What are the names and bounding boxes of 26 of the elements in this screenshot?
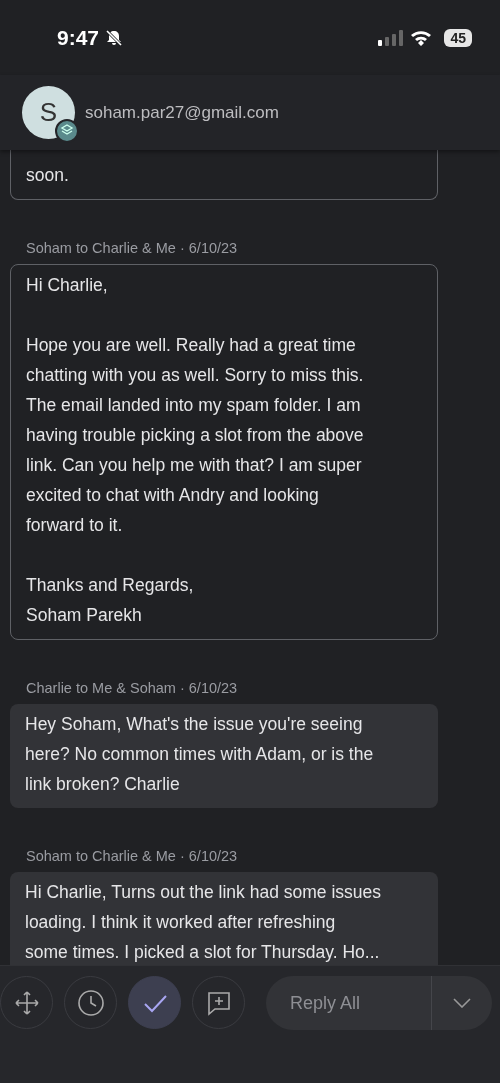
done-button[interactable] (128, 976, 181, 1029)
message-text: Hi Charlie, Turns out the link had some issues loading. I think it worked after refreshing some times. I picked a slot for Thursday. Ho... (25, 881, 382, 964)
message-card[interactable]: Hey Soham, What's the issue you're seeing here? No common times with Adam, or is the link broken? Charlie (10, 704, 438, 808)
move-arrows-icon (12, 988, 41, 1017)
layers-icon (55, 119, 79, 143)
message-card[interactable]: soon. (10, 150, 438, 200)
clock-icon (76, 988, 105, 1017)
message-text: Thanks and Regards, Soham Parekh (26, 574, 195, 627)
message-meta: Soham to Charlie & Me · 6/10/23 (26, 240, 239, 256)
account-email: soham.par27@gmail.com (85, 102, 279, 123)
message-text: Hi Charlie, (26, 274, 109, 297)
message-card[interactable] (10, 264, 438, 640)
message-text: Hey Soham, What's the issue you're seeing here? No common times with Adam, or is the link broken? Charlie (25, 713, 375, 796)
wifi-icon (410, 29, 433, 46)
reply-all-label[interactable]: Reply All (266, 992, 431, 1014)
chevron-down-icon (453, 998, 471, 1008)
battery-level: 45 (444, 28, 472, 47)
reply-bar[interactable]: Reply All (266, 976, 492, 1030)
signal-icon (378, 29, 405, 46)
message-text: soon. (26, 164, 70, 187)
message-card[interactable]: Hi Charlie, Turns out the link had some issues loading. I think it worked after refreshing some times. I picked a slot for Thursday. Ho... (10, 872, 438, 965)
message-text: Hope you are well. Really had a great time chatting with you as well. Sorry to miss this. The email landed into my spam folder. I am having trouble picking a slot from the above link. Can you help me with that? I am super excited to chat with Andry and looking forward to it. (26, 334, 365, 537)
clock-time: 9:47 (57, 25, 100, 50)
message-meta: Soham to Charlie & Me · 6/10/23 (26, 848, 239, 864)
message-meta: Charlie to Me & Soham · 6/10/23 (26, 680, 239, 696)
bell-off-icon (105, 28, 124, 47)
